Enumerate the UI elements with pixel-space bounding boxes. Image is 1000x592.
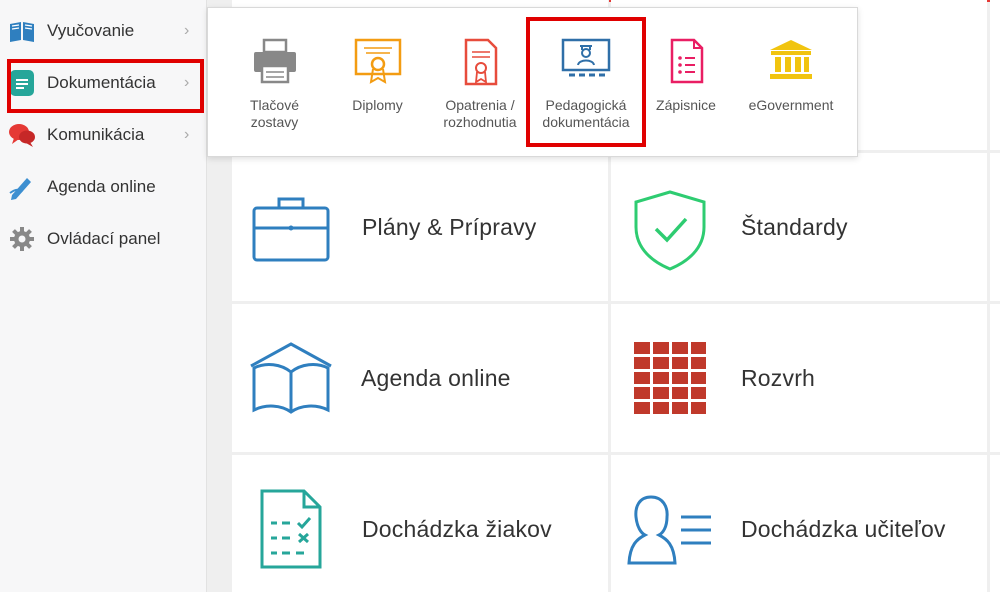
book-icon bbox=[8, 17, 36, 45]
submenu-item-label: Opatrenia / rozhodnutia bbox=[443, 97, 517, 130]
submenu-item-label: Zápisnice bbox=[656, 97, 716, 113]
tile-edge bbox=[990, 304, 1000, 452]
sidebar-item-vyucovanie[interactable]: Vyučovanie › bbox=[0, 5, 206, 57]
chat-icon bbox=[8, 121, 36, 149]
pencil-icon bbox=[8, 173, 36, 201]
chevron-right-icon: › bbox=[184, 74, 190, 91]
tile-label: Štandardy bbox=[741, 214, 848, 240]
shield-check-icon bbox=[633, 189, 707, 276]
sidebar-item-label: Dokumentácia bbox=[47, 73, 156, 92]
diploma-icon bbox=[354, 38, 402, 89]
chevron-right-icon: › bbox=[184, 126, 190, 143]
open-book-icon bbox=[248, 342, 334, 421]
tile-label: Agenda online bbox=[361, 365, 511, 391]
tile-label: Rozvrh bbox=[741, 365, 816, 391]
sidebar-item-dokumentacia[interactable]: Dokumentácia › bbox=[0, 57, 206, 109]
printer-icon bbox=[252, 38, 298, 89]
government-building-icon bbox=[768, 38, 814, 85]
tile-edge bbox=[990, 455, 1000, 592]
attendance-checklist-icon bbox=[260, 489, 322, 574]
tile-rozvrh[interactable]: Rozvrh bbox=[611, 304, 987, 452]
submenu-item-pedagogicka-dokumentacia[interactable]: Pedagogická dokumentácia bbox=[526, 8, 646, 156]
sidebar-item-komunikacia[interactable]: Komunikácia › bbox=[0, 109, 206, 161]
tile-label: Plány & Prípravy bbox=[362, 214, 537, 240]
sidebar-item-label: Ovládací panel bbox=[47, 229, 161, 248]
list-document-icon bbox=[670, 38, 704, 89]
tile-edge bbox=[990, 0, 1000, 150]
certificate-icon bbox=[464, 38, 498, 91]
tile-agenda-online[interactable]: Agenda online bbox=[232, 304, 608, 452]
submenu-item-zapisnice[interactable]: Zápisnice bbox=[636, 8, 736, 156]
tile-dochadzka-ziakov[interactable]: Dochádzka žiakov bbox=[232, 455, 608, 592]
document-icon bbox=[8, 69, 36, 97]
sidebar-item-label: Vyučovanie bbox=[47, 21, 135, 40]
sidebar-item-agenda-online[interactable]: Agenda online bbox=[0, 161, 206, 213]
submenu-item-egovernment[interactable]: eGovernment bbox=[736, 8, 846, 156]
tile-dochadzka-ucitelov[interactable]: Dochádzka učiteľov bbox=[611, 455, 987, 592]
tile-label: Dochádzka učiteľov bbox=[741, 516, 946, 542]
gear-icon bbox=[8, 225, 36, 253]
tile-edge bbox=[990, 153, 1000, 301]
sidebar-item-ovladaci-panel[interactable]: Ovládací panel bbox=[0, 213, 206, 265]
sidebar-item-label: Agenda online bbox=[47, 177, 156, 196]
teacher-profile-icon bbox=[627, 493, 715, 570]
dokumentacia-submenu: Tlačové zostavy Diplomy Opatrenia / rozh… bbox=[207, 7, 858, 157]
chevron-right-icon: › bbox=[184, 22, 190, 39]
classroom-board-icon bbox=[561, 38, 611, 83]
tile-plany-pripravy[interactable]: Plány & Prípravy bbox=[232, 153, 608, 301]
timetable-grid-icon bbox=[634, 342, 706, 419]
sidebar-item-label: Komunikácia bbox=[47, 125, 145, 144]
briefcase-icon bbox=[252, 194, 330, 267]
sidebar: Vyučovanie › Dokumentácia › Komunikácia … bbox=[0, 0, 207, 592]
submenu-item-label: eGovernment bbox=[748, 97, 834, 113]
tile-label: Dochádzka žiakov bbox=[362, 516, 552, 542]
submenu-item-opatrenia-rozhodnutia[interactable]: Opatrenia / rozhodnutia bbox=[420, 8, 540, 156]
tile-standardy[interactable]: Štandardy bbox=[611, 153, 987, 301]
